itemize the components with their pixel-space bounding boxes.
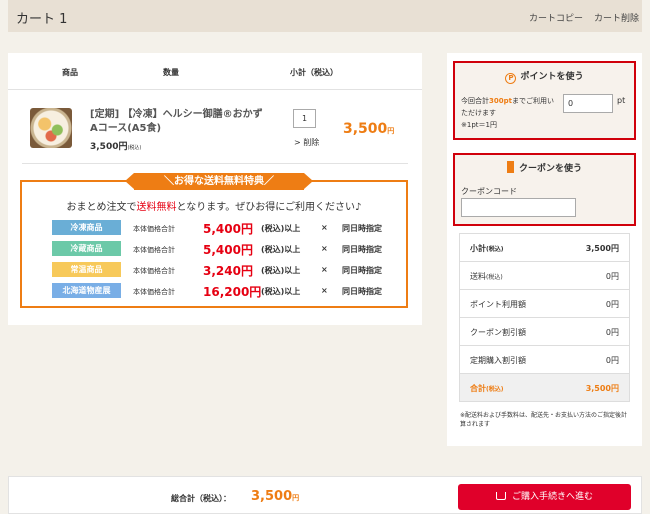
promo-condition: (税込)以上 — [261, 224, 301, 233]
promo-label: 本体価格合計 — [133, 267, 175, 275]
summary-label: 小計 — [470, 244, 486, 253]
summary-value: 0円 — [605, 328, 619, 337]
grand-total-unit: 円 — [292, 494, 300, 502]
summary-label: ポイント利用額 — [470, 300, 526, 309]
promo-condition: (税込)以上 — [261, 287, 301, 296]
promo-condition: (税込)以上 — [261, 266, 301, 275]
promo-condition: (税込)以上 — [261, 245, 301, 254]
divider — [22, 163, 408, 164]
order-sidebar: P ポイントを使う 今回合計300ptまでご利用いただけます ※1pt＝1円 0 p… — [447, 53, 642, 446]
points-unit: pt — [617, 96, 626, 105]
promo-tag: 北海道物産展 — [52, 283, 121, 298]
summary-value: 0円 — [605, 272, 619, 281]
points-title-text: ポイントを使う — [520, 72, 584, 82]
coupon-code-input[interactable] — [461, 198, 576, 217]
checkout-bar: 総合計（税込）： 3,500円 ご購入手続きへ進む — [8, 476, 642, 514]
promo-amount: 5,400円 — [203, 243, 253, 257]
promo-amount: 16,200円 — [203, 285, 262, 299]
promo-message: おまとめ注文で送料無料となります。ぜひお得にご利用ください♪ — [22, 198, 406, 213]
col-subtotal-header: 小計（税込） — [290, 68, 338, 77]
promo-label: 本体価格合計 — [133, 246, 175, 254]
summary-value: 3,500円 — [585, 244, 619, 253]
summary-label: 合計 — [470, 384, 486, 393]
points-icon: P — [505, 73, 517, 84]
checkout-button[interactable]: ご購入手続きへ進む — [458, 484, 631, 510]
points-available: 300pt — [489, 97, 512, 105]
promo-label: 本体価格合計 — [133, 225, 175, 233]
promo-amount: 5,400円 — [203, 222, 253, 236]
cart-panel: 商品 数量 小計（税込） [定期] 【冷凍】ヘルシー御膳®おかず Aコース(A5… — [8, 53, 422, 325]
promo-tag: 常温商品 — [52, 262, 121, 277]
summary-row-coupon: クーポン割引額 0円 — [460, 318, 629, 346]
points-description: 今回合計300ptまでご利用いただけます ※1pt＝1円 — [461, 95, 559, 131]
summary-tax: (税込) — [486, 246, 504, 253]
summary-label: 定期購入割引額 — [470, 356, 526, 365]
item-subtotal: 3,500円 — [343, 121, 394, 137]
promo-amount: 3,240円 — [203, 264, 253, 278]
promo-cross: × — [321, 265, 328, 274]
points-input[interactable]: 0 — [563, 94, 613, 113]
grand-total-amount: 3,500 — [251, 489, 293, 504]
cart-header: カート 1 カートコピー カート削除 — [8, 0, 642, 32]
promo-message-pre: おまとめ注文で — [66, 202, 137, 213]
promo-tag: 冷蔵商品 — [52, 241, 121, 256]
coupon-title-text: クーポンを使う — [518, 164, 582, 174]
promo-tag: 冷凍商品 — [52, 220, 121, 235]
summary-value: 0円 — [605, 300, 619, 309]
shipping-note: ※配送料および手数料は、配送先・お支払い方法のご指定後計算されます — [460, 412, 628, 428]
promo-cross: × — [321, 286, 328, 295]
summary-label: 送料 — [470, 272, 486, 281]
item-subtotal-unit: 円 — [387, 127, 395, 135]
product-price-tax: (税込) — [127, 145, 142, 151]
grand-total-label: 総合計（税込）： — [171, 494, 231, 503]
grand-total-value: 3,500円 — [251, 489, 299, 504]
coupon-code-label: クーポンコード — [461, 187, 517, 196]
points-title: P ポイントを使う — [455, 69, 634, 84]
checkout-label: ご購入手続きへ進む — [511, 492, 593, 502]
promo-cross: × — [321, 244, 328, 253]
order-summary: 小計(税込) 3,500円 送料(税込) 0円 ポイント利用額 0円 クーポン割引額 0… — [459, 233, 630, 402]
promo-cross: × — [321, 223, 328, 232]
col-product-header: 商品 — [62, 68, 78, 77]
points-panel: P ポイントを使う 今回合計300ptまでご利用いただけます ※1pt＝1円 0 p… — [453, 61, 636, 140]
coupon-icon — [506, 161, 514, 173]
summary-tax: (税込) — [486, 386, 504, 393]
cart-icon — [495, 492, 506, 500]
remove-item-link[interactable]: > 削除 — [294, 137, 319, 148]
promo-same-day: 同日時指定 — [342, 224, 382, 233]
item-subtotal-value: 3,500 — [343, 121, 388, 137]
points-desc-pre: 今回合計 — [461, 97, 489, 105]
free-shipping-banner: ＼お得な送料無料特典／ おまとめ注文で送料無料となります。ぜひお得にご利用くださ… — [20, 173, 408, 308]
promo-same-day: 同日時指定 — [342, 287, 382, 296]
summary-row-subtotal: 小計(税込) 3,500円 — [460, 234, 629, 262]
summary-row-points: ポイント利用額 0円 — [460, 290, 629, 318]
promo-ribbon: ＼お得な送料無料特典／ — [125, 173, 313, 190]
coupon-panel: クーポンを使う クーポンコード — [453, 153, 636, 226]
coupon-title: クーポンを使う — [455, 161, 634, 174]
cart-title: カート 1 — [16, 12, 68, 27]
summary-value: 3,500円 — [585, 384, 619, 393]
cart-copy-link[interactable]: カートコピー — [529, 11, 583, 24]
summary-tax: (税込) — [486, 274, 503, 281]
promo-same-day: 同日時指定 — [342, 245, 382, 254]
summary-value: 0円 — [605, 356, 619, 365]
summary-row-shipping: 送料(税込) 0円 — [460, 262, 629, 290]
product-price: 3,500円(税込) — [90, 139, 141, 152]
summary-label: クーポン割引額 — [470, 328, 526, 337]
points-rate: ※1pt＝1円 — [461, 121, 497, 129]
promo-label: 本体価格合計 — [133, 288, 175, 296]
promo-message-highlight: 送料無料 — [136, 202, 177, 213]
divider — [8, 89, 422, 90]
product-image[interactable] — [30, 108, 72, 148]
quantity-input[interactable]: 1 — [293, 109, 316, 128]
product-price-value: 3,500円 — [90, 142, 128, 152]
summary-row-total: 合計(税込) 3,500円 — [460, 374, 629, 402]
promo-same-day: 同日時指定 — [342, 266, 382, 275]
col-qty-header: 数量 — [163, 68, 179, 77]
summary-row-subscription-discount: 定期購入割引額 0円 — [460, 346, 629, 374]
promo-message-post: となります。ぜひお得にご利用ください♪ — [176, 202, 362, 213]
product-name[interactable]: [定期] 【冷凍】ヘルシー御膳®おかず Aコース(A5食) — [90, 108, 270, 136]
cart-delete-link[interactable]: カート削除 — [594, 11, 639, 24]
